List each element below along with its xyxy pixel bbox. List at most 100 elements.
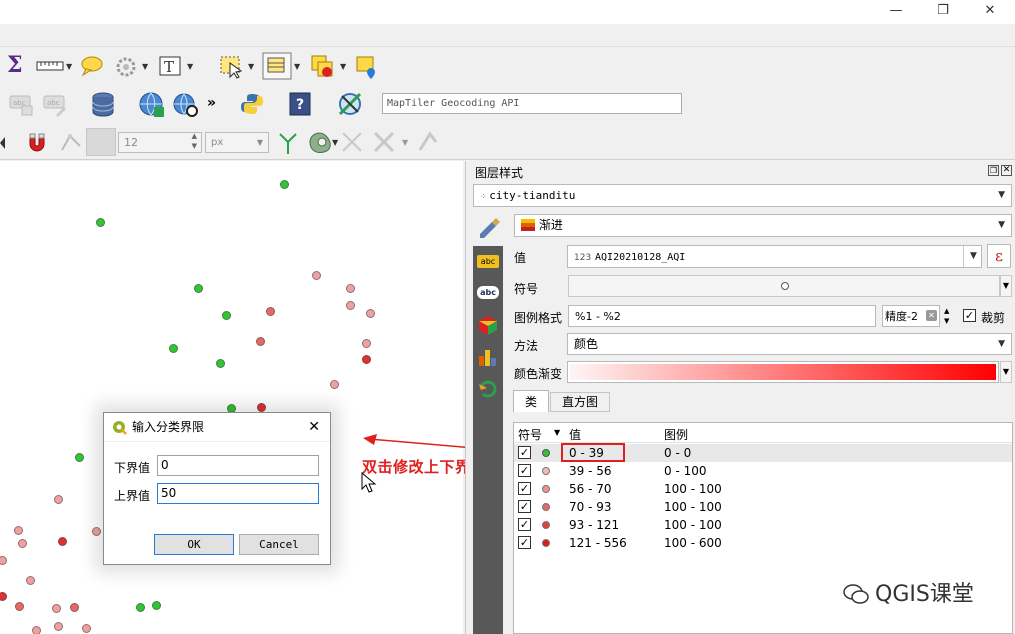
precision-spinbox[interactable]: 精度-2 ✕ (882, 305, 940, 327)
class-symbol-icon[interactable] (542, 521, 550, 529)
class-legend[interactable]: 100 - 100 (664, 498, 722, 516)
trace-tool-icon[interactable] (276, 130, 300, 156)
class-value[interactable]: 39 - 56 (569, 462, 612, 480)
class-checkbox[interactable]: ✓ (518, 482, 531, 495)
class-checkbox[interactable]: ✓ (518, 500, 531, 513)
split-features-icon[interactable] (372, 130, 398, 154)
gear-icon[interactable] (114, 55, 138, 79)
snapping-config-icon[interactable] (86, 128, 116, 156)
column-header-symbol[interactable]: 符号 (518, 426, 542, 443)
chevron-down-icon[interactable]: ▼ (332, 138, 338, 147)
chevron-down-icon[interactable]: ▼ (1000, 275, 1012, 297)
symbol-button[interactable] (568, 275, 1000, 297)
class-checkbox[interactable]: ✓ (518, 518, 531, 531)
sigma-icon[interactable]: Σ (6, 53, 24, 75)
ruler-icon[interactable] (36, 59, 64, 73)
geocode-search-input[interactable]: MapTiler Geocoding API (382, 93, 682, 114)
3d-view-icon[interactable] (477, 314, 499, 336)
select-tool-icon[interactable] (218, 54, 244, 80)
tolerance-spinbox[interactable]: 12 ▲ ▼ (118, 132, 202, 153)
paint-brush-icon[interactable] (478, 216, 504, 240)
class-value[interactable]: 56 - 70 (569, 480, 612, 498)
tab-classes[interactable]: 类 (513, 390, 549, 412)
ok-button[interactable]: OK (154, 534, 234, 555)
lower-bound-input[interactable]: 0 (157, 455, 319, 476)
masks-icon[interactable]: abc (477, 286, 499, 299)
attribute-table-icon[interactable] (262, 52, 292, 80)
close-icon[interactable]: ✕ (308, 413, 320, 442)
deselect-icon[interactable] (310, 54, 336, 80)
table-row[interactable]: ✓ 70 - 93 100 - 100 (514, 498, 1012, 516)
value-field-select[interactable]: 123 AQI20210128_AQI ▼ (567, 245, 982, 268)
class-legend[interactable]: 0 - 100 (664, 462, 707, 480)
float-panel-icon[interactable]: ❐ (988, 165, 999, 176)
spin-arrows-icon[interactable]: ▲ ▼ (192, 131, 197, 151)
database-icon[interactable] (90, 92, 116, 118)
topology-edit-icon[interactable] (58, 130, 84, 154)
legend-format-input[interactable]: %1 - %2 (568, 305, 876, 327)
identify-feature-icon[interactable] (354, 54, 380, 80)
table-row[interactable]: ✓ 56 - 70 100 - 100 (514, 480, 1012, 498)
method-select[interactable]: 颜色 ▼ (567, 333, 1012, 355)
class-symbol-icon[interactable] (542, 503, 550, 511)
table-row[interactable]: ✓ 93 - 121 100 - 100 (514, 516, 1012, 534)
minimize-icon[interactable]: — (873, 0, 919, 24)
label-tool-icon[interactable]: abc (8, 93, 36, 117)
diagrams-icon[interactable] (477, 346, 499, 368)
color-ramp-button[interactable] (567, 361, 999, 383)
close-window-icon[interactable]: ✕ (967, 0, 1013, 24)
web-search-icon[interactable] (172, 91, 200, 119)
tab-histogram[interactable]: 直方图 (550, 392, 610, 412)
help-icon[interactable]: ? (288, 92, 312, 116)
cancel-button[interactable]: Cancel (239, 534, 319, 555)
class-legend[interactable]: 0 - 0 (664, 444, 691, 462)
class-symbol-icon[interactable] (542, 467, 550, 475)
class-value[interactable]: 93 - 121 (569, 516, 619, 534)
class-checkbox[interactable]: ✓ (518, 536, 531, 549)
left-arrow-icon[interactable] (0, 136, 6, 150)
georeference-icon[interactable] (336, 90, 364, 118)
chevron-down-icon[interactable]: ▼ (248, 62, 254, 71)
overflow-icon[interactable]: » (207, 95, 216, 111)
column-header-value[interactable]: 值 (569, 426, 581, 443)
history-icon[interactable] (477, 378, 499, 400)
labels-icon[interactable]: abc (477, 255, 499, 268)
chevron-down-icon[interactable]: ▼ (187, 62, 193, 71)
close-panel-icon[interactable]: ✕ (1001, 165, 1012, 176)
class-legend[interactable]: 100 - 100 (664, 516, 722, 534)
layer-select[interactable]: ⁘ city-tianditu ▼ (473, 184, 1012, 207)
delete-part-icon[interactable] (340, 130, 364, 154)
spin-arrows-icon[interactable]: ▲ ▼ (944, 306, 949, 326)
snapping-magnet-icon[interactable] (26, 131, 48, 153)
class-symbol-icon[interactable] (542, 485, 550, 493)
clear-icon[interactable]: ✕ (926, 310, 937, 321)
class-symbol-icon[interactable] (542, 539, 550, 547)
text-tool-icon[interactable]: T (158, 55, 182, 77)
chevron-down-icon[interactable]: ▼ (554, 428, 560, 437)
annotation-icon[interactable] (80, 55, 104, 77)
chevron-down-icon[interactable]: ▼ (402, 138, 408, 147)
chevron-down-icon[interactable]: ▼ (294, 62, 300, 71)
chevron-down-icon[interactable]: ▼ (66, 62, 72, 71)
python-icon[interactable] (240, 92, 264, 116)
upper-bound-input[interactable]: 50 (157, 483, 319, 504)
restore-icon[interactable]: ❐ (920, 0, 966, 24)
split-parts-icon[interactable] (416, 130, 442, 154)
clip-checkbox[interactable]: ✓ (963, 309, 976, 322)
table-row[interactable]: ✓ 39 - 56 0 - 100 (514, 462, 1012, 480)
class-legend[interactable]: 100 - 600 (664, 534, 722, 552)
chevron-down-icon[interactable]: ▼ (340, 62, 346, 71)
class-checkbox[interactable]: ✓ (518, 464, 531, 477)
renderer-select[interactable]: 渐进 ▼ (514, 214, 1012, 237)
expression-icon[interactable]: ε (987, 244, 1011, 268)
label-edit-icon[interactable]: abc (42, 93, 70, 117)
chevron-down-icon[interactable]: ▼ (1000, 361, 1012, 383)
table-row[interactable]: ✓ 121 - 556 100 - 600 (514, 534, 1012, 552)
chevron-down-icon[interactable]: ▼ (142, 62, 148, 71)
web-layer-icon[interactable] (138, 91, 166, 119)
class-symbol-icon[interactable] (542, 449, 550, 457)
unit-select[interactable]: px ▼ (205, 132, 269, 153)
class-legend[interactable]: 100 - 100 (664, 480, 722, 498)
class-value[interactable]: 121 - 556 (569, 534, 627, 552)
class-checkbox[interactable]: ✓ (518, 446, 531, 459)
